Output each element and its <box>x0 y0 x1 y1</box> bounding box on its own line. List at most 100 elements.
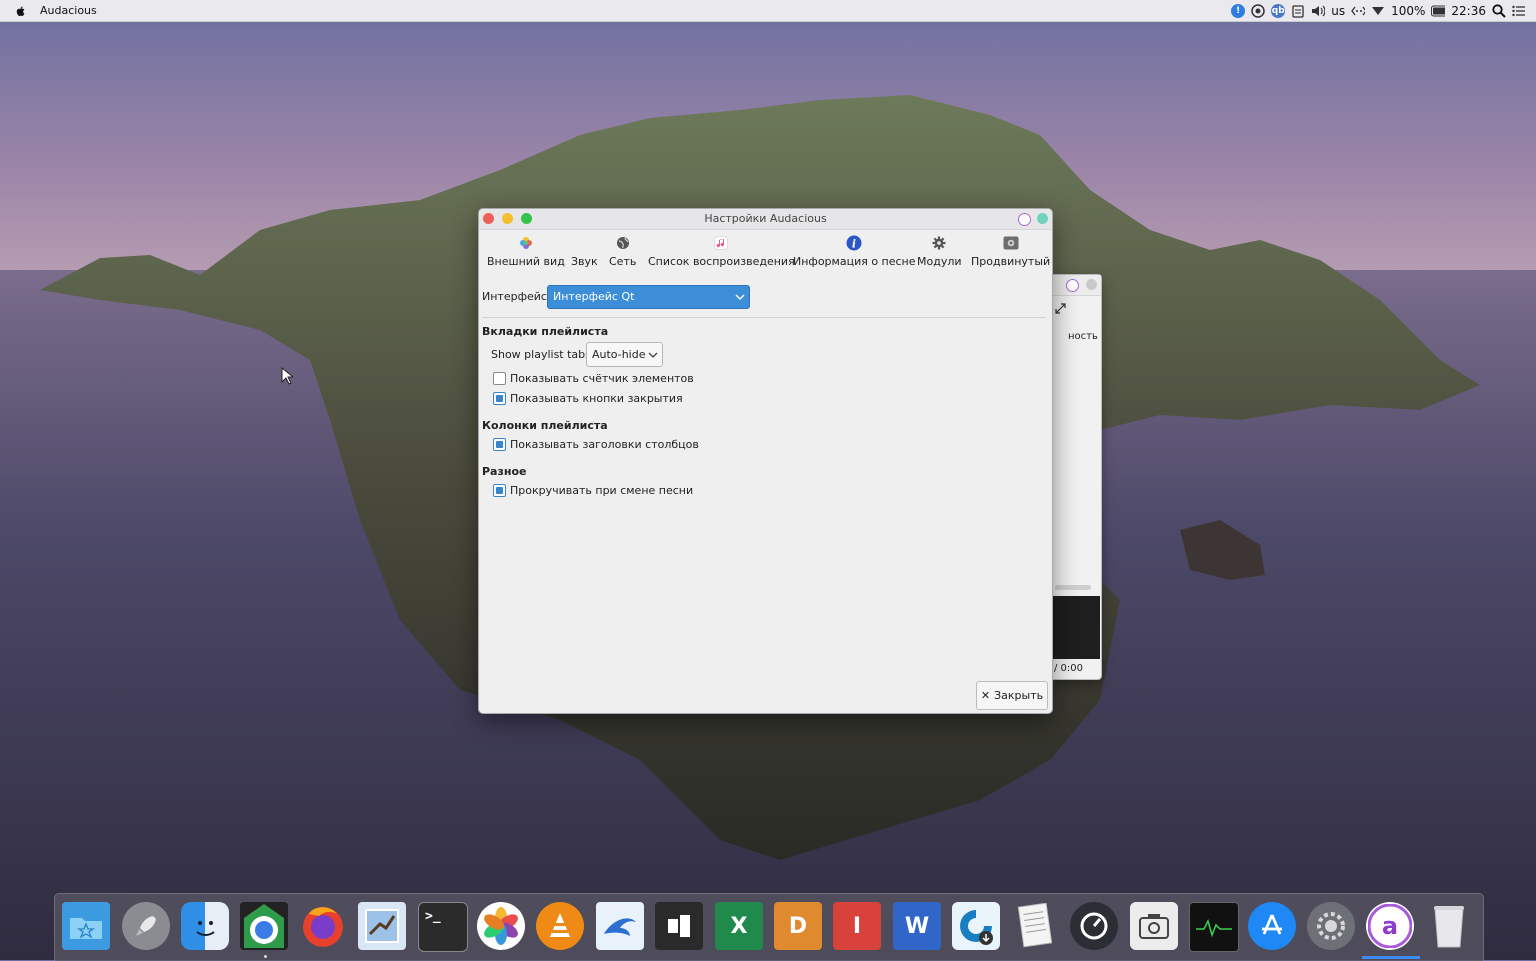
scroll-on-song-change-label[interactable]: Прокручивать при смене песни <box>510 484 693 497</box>
tab-advanced[interactable]: Продвинутый <box>971 235 1050 268</box>
network-icon <box>615 235 631 251</box>
audacious-icon[interactable]: a <box>1366 902 1414 950</box>
battery-percent: 100% <box>1391 3 1426 18</box>
tab-advanced-label: Продвинутый <box>971 255 1051 268</box>
terminal-icon[interactable]: >_ <box>418 902 468 952</box>
timer-icon[interactable] <box>1070 902 1118 950</box>
playlist-icon <box>713 235 729 251</box>
screenshot-icon[interactable] <box>1130 902 1178 950</box>
chrome-icon[interactable] <box>240 902 288 950</box>
vlc-icon[interactable] <box>536 902 584 950</box>
section-playlist-tabs: Вкладки плейлиста <box>482 325 609 338</box>
divider <box>482 317 1046 318</box>
search-icon[interactable] <box>1492 3 1506 18</box>
tab-appearance[interactable]: Внешний вид <box>487 235 565 268</box>
chevron-down-icon <box>735 294 745 300</box>
show-column-headers-label[interactable]: Показывать заголовки столбцов <box>510 438 699 451</box>
show-tabs-select-value: Auto-hide <box>592 348 646 361</box>
plugins-icon <box>931 235 947 251</box>
running-indicator <box>264 955 267 958</box>
back-window-titlebar <box>1053 275 1101 296</box>
advanced-icon <box>1003 235 1019 251</box>
keyboard-layout[interactable]: us <box>1331 4 1345 18</box>
audio-icon <box>576 235 592 251</box>
updates-tray-icon[interactable] <box>1251 3 1265 18</box>
finder-stack-icon[interactable] <box>62 902 110 950</box>
tab-network[interactable]: Сеть <box>609 235 636 268</box>
section-playlist-columns: Колонки плейлиста <box>482 419 608 432</box>
clock[interactable]: 22:36 <box>1451 4 1486 18</box>
section-misc: Разное <box>482 465 527 478</box>
volume-tray-icon[interactable] <box>1311 4 1326 18</box>
firefox-icon[interactable] <box>299 902 347 950</box>
running-indicator <box>1362 956 1420 959</box>
torrent-icon[interactable] <box>952 902 1000 950</box>
info-icon: i <box>846 235 862 251</box>
network-tray-icon[interactable] <box>1351 4 1366 18</box>
expand-icon[interactable] <box>1055 303 1066 314</box>
trash-icon[interactable] <box>1425 902 1473 950</box>
qbittorrent-tray-icon[interactable]: qb <box>1271 3 1286 18</box>
dolphin-icon[interactable] <box>596 902 644 950</box>
show-close-buttons-label[interactable]: Показывать кнопки закрытия <box>510 392 683 405</box>
docs-icon[interactable]: D <box>774 902 822 950</box>
back-window-close-button[interactable] <box>1086 279 1097 290</box>
tab-playlist-label: Список воспроизведения <box>648 255 795 268</box>
show-counter-checkbox[interactable] <box>493 372 506 385</box>
tab-network-label: Сеть <box>609 255 637 268</box>
svg-text:i: i <box>852 238 856 251</box>
notifications-icon[interactable] <box>1512 4 1526 18</box>
app-store-icon[interactable] <box>1248 902 1296 950</box>
chevron-down-icon <box>648 352 658 358</box>
appearance-icon <box>518 235 534 251</box>
seek-scrollbar[interactable] <box>1055 585 1091 590</box>
show-column-headers-checkbox[interactable] <box>493 438 506 451</box>
apple-menu-icon[interactable] <box>13 4 27 18</box>
tab-plugins[interactable]: Модули <box>917 235 962 268</box>
visualizer-area <box>1053 596 1100 659</box>
tab-playlist[interactable]: Список воспроизведения <box>648 235 795 268</box>
word-icon[interactable]: W <box>893 902 941 950</box>
tab-audio-label: Звук <box>571 255 598 268</box>
tab-audio[interactable]: Звук <box>571 235 598 268</box>
tab-plugins-label: Модули <box>917 255 962 268</box>
mouse-cursor-icon <box>281 367 293 385</box>
mail-icon[interactable] <box>358 902 406 950</box>
interface-select-value: Интерфейс Qt <box>553 290 635 303</box>
show-tabs-select[interactable]: Auto-hide <box>586 342 663 367</box>
svg-text:a: a <box>1382 912 1398 940</box>
clipboard-tray-icon[interactable] <box>1291 4 1305 18</box>
close-button[interactable]: ✕ Закрыть <box>976 681 1048 710</box>
finder-icon[interactable] <box>181 902 229 950</box>
notes-icon[interactable] <box>655 902 703 950</box>
text-editor-icon[interactable] <box>1011 902 1059 950</box>
monitor-icon[interactable] <box>1189 902 1239 952</box>
dialog-titlebar: Настройки Audacious <box>479 209 1052 230</box>
wifi-tray-icon[interactable] <box>1371 4 1385 18</box>
show-tabs-label: Show playlist tabs: <box>491 348 595 361</box>
tab-appearance-label: Внешний вид <box>487 255 565 268</box>
preferences-dialog: Настройки Audacious <box>478 208 1053 714</box>
info-tray-icon[interactable]: ! <box>1231 3 1246 18</box>
impress-icon[interactable]: I <box>833 902 881 950</box>
dialog-title: Настройки Audacious <box>704 212 827 225</box>
tab-song-info[interactable]: i Информация о песне <box>793 235 916 268</box>
titlebar-extra-button[interactable] <box>1037 213 1048 224</box>
close-icon: ✕ <box>980 689 991 702</box>
photos-icon[interactable] <box>477 902 525 950</box>
show-counter-label[interactable]: Показывать счётчик элементов <box>510 372 694 385</box>
column-header-partial: ность <box>1068 331 1098 342</box>
audacious-main-window: ность / 0:00 <box>1052 274 1102 680</box>
excel-icon[interactable]: X <box>715 902 763 950</box>
active-app-name[interactable]: Audacious <box>40 4 97 17</box>
show-close-buttons-checkbox[interactable] <box>493 392 506 405</box>
battery-icon[interactable] <box>1431 4 1446 18</box>
system-tray: ! qb us 100% 22:36 <box>1231 0 1526 21</box>
launchpad-icon[interactable] <box>122 902 170 950</box>
tab-song-info-label: Информация о песне <box>793 255 916 268</box>
settings-icon[interactable] <box>1307 902 1355 950</box>
scroll-on-song-change-checkbox[interactable] <box>493 484 506 497</box>
close-button-label: Закрыть <box>994 689 1044 702</box>
interface-label: Интерфейс: <box>482 290 551 303</box>
interface-select[interactable]: Интерфейс Qt <box>547 285 750 309</box>
